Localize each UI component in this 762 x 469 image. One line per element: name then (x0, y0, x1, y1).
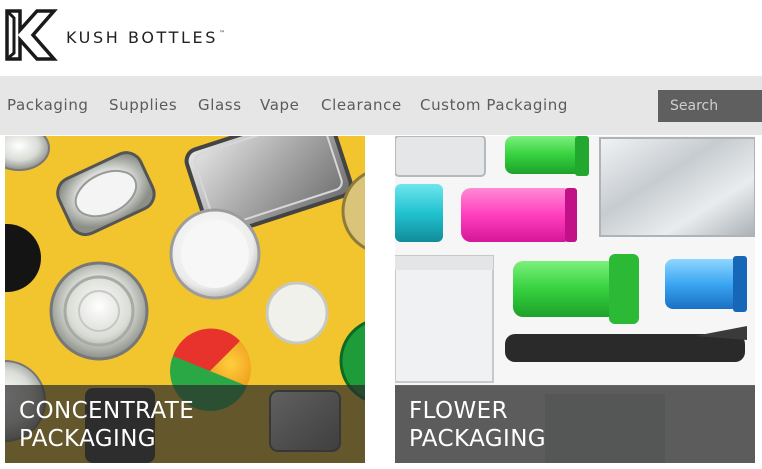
kush-bottles-logo-icon[interactable] (4, 8, 58, 62)
nav-item-vape[interactable]: Vape (260, 96, 299, 114)
flower-caption-overlay: FLOWER PACKAGING (395, 385, 755, 463)
trademark-symbol: ™ (218, 30, 225, 37)
brand-name[interactable]: KUSH BOTTLES™ (66, 28, 225, 47)
main-nav: Packaging Supplies Glass Vape Clearance … (0, 76, 762, 135)
nav-item-glass[interactable]: Glass (198, 96, 242, 114)
concentrate-caption: CONCENTRATE PACKAGING (19, 397, 194, 453)
search-input[interactable] (658, 90, 762, 122)
concentrate-caption-line1: CONCENTRATE (19, 398, 195, 424)
flower-caption-line1: FLOWER (409, 398, 508, 424)
brand-name-text: KUSH BOTTLES (66, 28, 218, 47)
flower-caption-line2: PACKAGING (409, 426, 547, 452)
nav-item-supplies[interactable]: Supplies (109, 96, 177, 114)
site-header: KUSH BOTTLES™ (0, 0, 762, 76)
concentrate-caption-overlay: CONCENTRATE PACKAGING (5, 385, 365, 463)
concentrate-packaging-tile[interactable]: CONCENTRATE PACKAGING (5, 136, 365, 463)
flower-caption: FLOWER PACKAGING (409, 397, 546, 453)
nav-item-packaging[interactable]: Packaging (7, 96, 89, 114)
nav-item-custom-packaging[interactable]: Custom Packaging (420, 96, 568, 114)
flower-packaging-tile[interactable]: FLOWER PACKAGING (395, 136, 755, 463)
concentrate-caption-line2: PACKAGING (19, 426, 157, 452)
nav-item-clearance[interactable]: Clearance (321, 96, 402, 114)
